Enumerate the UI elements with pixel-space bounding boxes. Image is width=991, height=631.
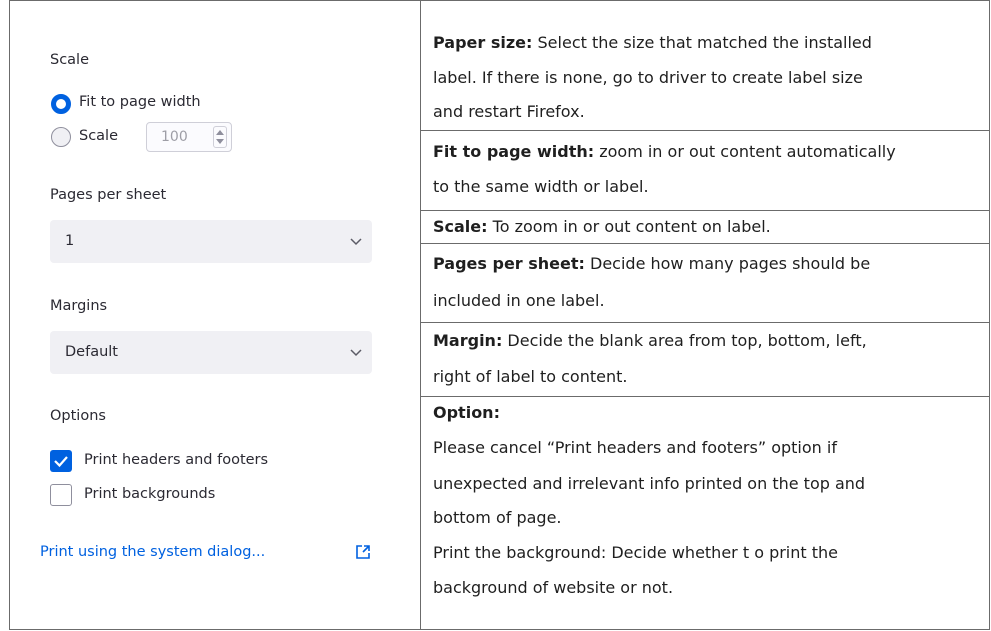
print-settings-panel: Scale Fit to page width Scale 100 Pages … — [10, 0, 421, 630]
scale-value: 100 — [161, 129, 188, 145]
print-backgrounds-checkbox[interactable] — [50, 484, 72, 506]
pages-per-sheet-select[interactable]: 1 — [50, 220, 372, 263]
note-option: Option: Please cancel “Print headers and… — [433, 403, 866, 597]
note-title: Margin: — [433, 331, 503, 350]
external-link-icon[interactable] — [355, 544, 371, 560]
scale-spinner[interactable] — [213, 126, 227, 148]
fit-to-page-width-radio[interactable] — [51, 94, 71, 114]
spin-up-icon[interactable] — [216, 130, 224, 135]
note-title: Fit to page width: — [433, 142, 595, 161]
print-headers-footers-label[interactable]: Print headers and footers — [84, 452, 268, 468]
margins-select[interactable]: Default — [50, 331, 372, 374]
scale-number-input[interactable]: 100 — [146, 122, 232, 152]
scale-radio-label[interactable]: Scale — [79, 128, 118, 144]
margins-value: Default — [65, 344, 118, 360]
note-pages-per-sheet: Pages per sheet: Decide how many pages s… — [421, 244, 989, 323]
note-title: Pages per sheet: — [433, 254, 585, 273]
note-title: Scale: — [433, 217, 488, 236]
checkmark-icon — [54, 456, 68, 468]
fit-to-page-width-label[interactable]: Fit to page width — [79, 94, 201, 110]
print-backgrounds-label[interactable]: Print backgrounds — [84, 486, 215, 502]
note-scale: Scale: To zoom in or out content on labe… — [421, 211, 989, 244]
scale-radio[interactable] — [51, 127, 71, 147]
scale-heading: Scale — [50, 52, 90, 68]
pages-per-sheet-heading: Pages per sheet — [50, 187, 167, 203]
print-headers-footers-checkbox[interactable] — [50, 450, 72, 472]
note-title: Paper size: — [433, 33, 533, 52]
print-system-dialog-link[interactable]: Print using the system dialog... — [40, 544, 265, 560]
margins-heading: Margins — [50, 298, 108, 314]
chevron-down-icon — [350, 349, 362, 357]
pages-per-sheet-value: 1 — [65, 233, 75, 249]
options-heading: Options — [50, 408, 106, 424]
note-fit-to-page-width: Fit to page width: zoom in or out conten… — [421, 131, 989, 211]
note-title: Option: — [433, 403, 500, 422]
note-paper-size: Paper size: Select the size that matched… — [421, 26, 989, 131]
chevron-down-icon — [350, 238, 362, 246]
descriptions-column: Paper size: Select the size that matched… — [421, 0, 990, 630]
spin-down-icon[interactable] — [216, 139, 224, 144]
note-margin: Margin: Decide the blank area from top, … — [421, 323, 989, 397]
